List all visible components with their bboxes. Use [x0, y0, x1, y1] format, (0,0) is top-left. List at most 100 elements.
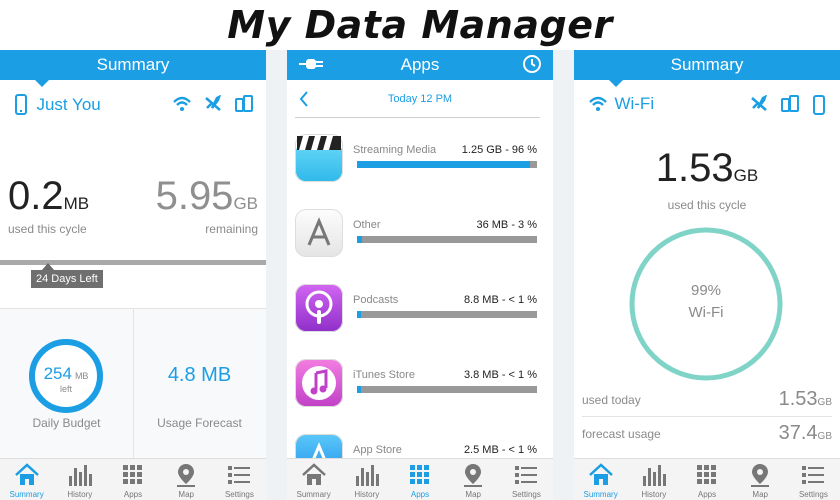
network-label: Wi-Fi: [614, 94, 655, 113]
app-name: App Store: [353, 444, 402, 456]
wifi-icon: [173, 96, 191, 111]
network-selector[interactable]: Wi-Fi: [588, 94, 654, 114]
plug-icon[interactable]: [299, 57, 325, 71]
app-usage-bar-fill: [357, 236, 363, 243]
airplane-icon: [205, 95, 221, 111]
days-left-tooltip: 24 Days Left: [31, 270, 103, 288]
tab-apps[interactable]: Apps: [106, 459, 159, 500]
remaining-unit: GB: [233, 194, 258, 213]
app-usage-row[interactable]: Streaming Media 1.25 GB - 96 %: [295, 134, 541, 194]
used-value: 0.2: [8, 174, 64, 218]
grid-icon: [407, 462, 433, 488]
tab-map[interactable]: Map: [447, 459, 500, 500]
used-today-label: used today: [582, 393, 641, 407]
tab-label: Apps: [410, 490, 430, 499]
clock-icon[interactable]: [522, 54, 542, 74]
app-usage-bar: [357, 311, 537, 318]
tab-label: Map: [465, 490, 481, 499]
home-icon: [588, 462, 614, 488]
app-name: iTunes Store: [353, 369, 415, 381]
tab-label: Apps: [123, 490, 143, 499]
header-notch: [34, 79, 50, 87]
home-icon: [301, 462, 327, 488]
clapperboard-icon: [295, 134, 343, 182]
tab-label: History: [67, 490, 93, 499]
forecast-usage-amount: 37.4GB: [779, 422, 832, 445]
app-usage-bar-fill: [357, 161, 530, 168]
tab-summary[interactable]: Summary: [287, 459, 340, 500]
app-usage-row[interactable]: Other 36 MB - 3 %: [295, 209, 541, 269]
used-today-value: 1.53: [778, 388, 818, 410]
used-label: used this cycle: [8, 222, 87, 236]
apps-screen: Apps Today 12 PM Streaming Media 1.25 GB …: [287, 50, 553, 500]
podcasts-icon: [295, 284, 343, 332]
airplane-icon: [751, 95, 767, 111]
budget-ring-text: 254 MB left: [26, 364, 106, 394]
days-left-pointer: [42, 263, 54, 270]
date-label: Today 12 PM: [387, 93, 453, 105]
tab-settings[interactable]: Settings: [213, 459, 266, 500]
app-usage-value: 36 MB - 3 %: [476, 219, 537, 231]
tab-map[interactable]: Map: [734, 459, 787, 500]
daily-budget-label: Daily Budget: [32, 416, 101, 430]
page-title-bar: My Data Manager: [0, 0, 840, 50]
budget-sub: left: [59, 384, 72, 394]
app-usage-bar-fill: [357, 386, 361, 393]
summary-screen-just-you: Summary Just You 0.2MB used this cycle 5…: [0, 50, 266, 500]
app-usage-row[interactable]: iTunes Store 3.8 MB - < 1 %: [295, 359, 541, 419]
tab-bar: Summary History Apps Map Settings: [287, 458, 553, 500]
app-name: Podcasts: [353, 294, 399, 306]
tab-summary[interactable]: Summary: [574, 459, 627, 500]
map-pin-icon: [173, 462, 199, 488]
header-bar: Apps: [287, 50, 553, 80]
tab-apps[interactable]: Apps: [393, 459, 446, 500]
app-usage-bar-fill: [357, 311, 361, 318]
map-pin-icon: [747, 462, 773, 488]
remaining-amount: 5.95GB: [156, 174, 258, 219]
grid-icon: [120, 462, 146, 488]
wifi-used-unit: GB: [733, 166, 759, 185]
phone-icon: [813, 95, 825, 115]
phone-icon: [15, 94, 27, 115]
budget-unit: MB: [74, 371, 89, 381]
row-divider: [582, 416, 832, 417]
network-icons: [172, 95, 254, 113]
tab-history[interactable]: History: [340, 459, 393, 500]
list-settings-icon: [800, 462, 826, 488]
tab-label: Summary: [583, 490, 618, 499]
used-unit: MB: [63, 194, 90, 213]
tab-map[interactable]: Map: [160, 459, 213, 500]
tab-history[interactable]: History: [53, 459, 106, 500]
app-usage-row[interactable]: Podcasts 8.8 MB - < 1 %: [295, 284, 541, 344]
tab-label: Summary: [9, 490, 44, 499]
tab-settings[interactable]: Settings: [787, 459, 840, 500]
tab-label: Map: [178, 490, 194, 499]
tab-settings[interactable]: Settings: [500, 459, 553, 500]
remaining-value: 5.95: [155, 174, 234, 218]
tab-bar: Summary History Apps Map Settings: [0, 458, 266, 500]
tab-label: Settings: [798, 490, 828, 499]
panel-gap: [553, 50, 574, 500]
tab-label: History: [354, 490, 380, 499]
tab-summary[interactable]: Summary: [0, 459, 53, 500]
forecast-value: 4.8 MB: [167, 364, 232, 386]
tab-label: Settings: [224, 490, 254, 499]
devices-icon: [781, 95, 799, 112]
used-today-unit: GB: [817, 397, 832, 408]
tab-label: History: [641, 490, 667, 499]
tab-apps[interactable]: Apps: [680, 459, 733, 500]
app-usage-bar: [357, 161, 537, 168]
tab-history[interactable]: History: [627, 459, 680, 500]
app-usage-value: 3.8 MB - < 1 %: [463, 369, 537, 381]
device-selector[interactable]: Just You: [14, 94, 101, 116]
wifi-used-label: used this cycle: [667, 198, 747, 212]
bar-chart-icon: [641, 462, 667, 488]
budget-value: 254: [43, 364, 72, 383]
app-usage-value: 1.25 GB - 96 %: [461, 144, 537, 156]
app-usage-value: 8.8 MB - < 1 %: [463, 294, 537, 306]
app-store-a-icon: [295, 209, 343, 257]
bar-chart-icon: [354, 462, 380, 488]
date-divider: [295, 117, 540, 118]
network-icons: [750, 95, 826, 115]
app-usage-value: 2.5 MB - < 1 %: [463, 444, 537, 456]
